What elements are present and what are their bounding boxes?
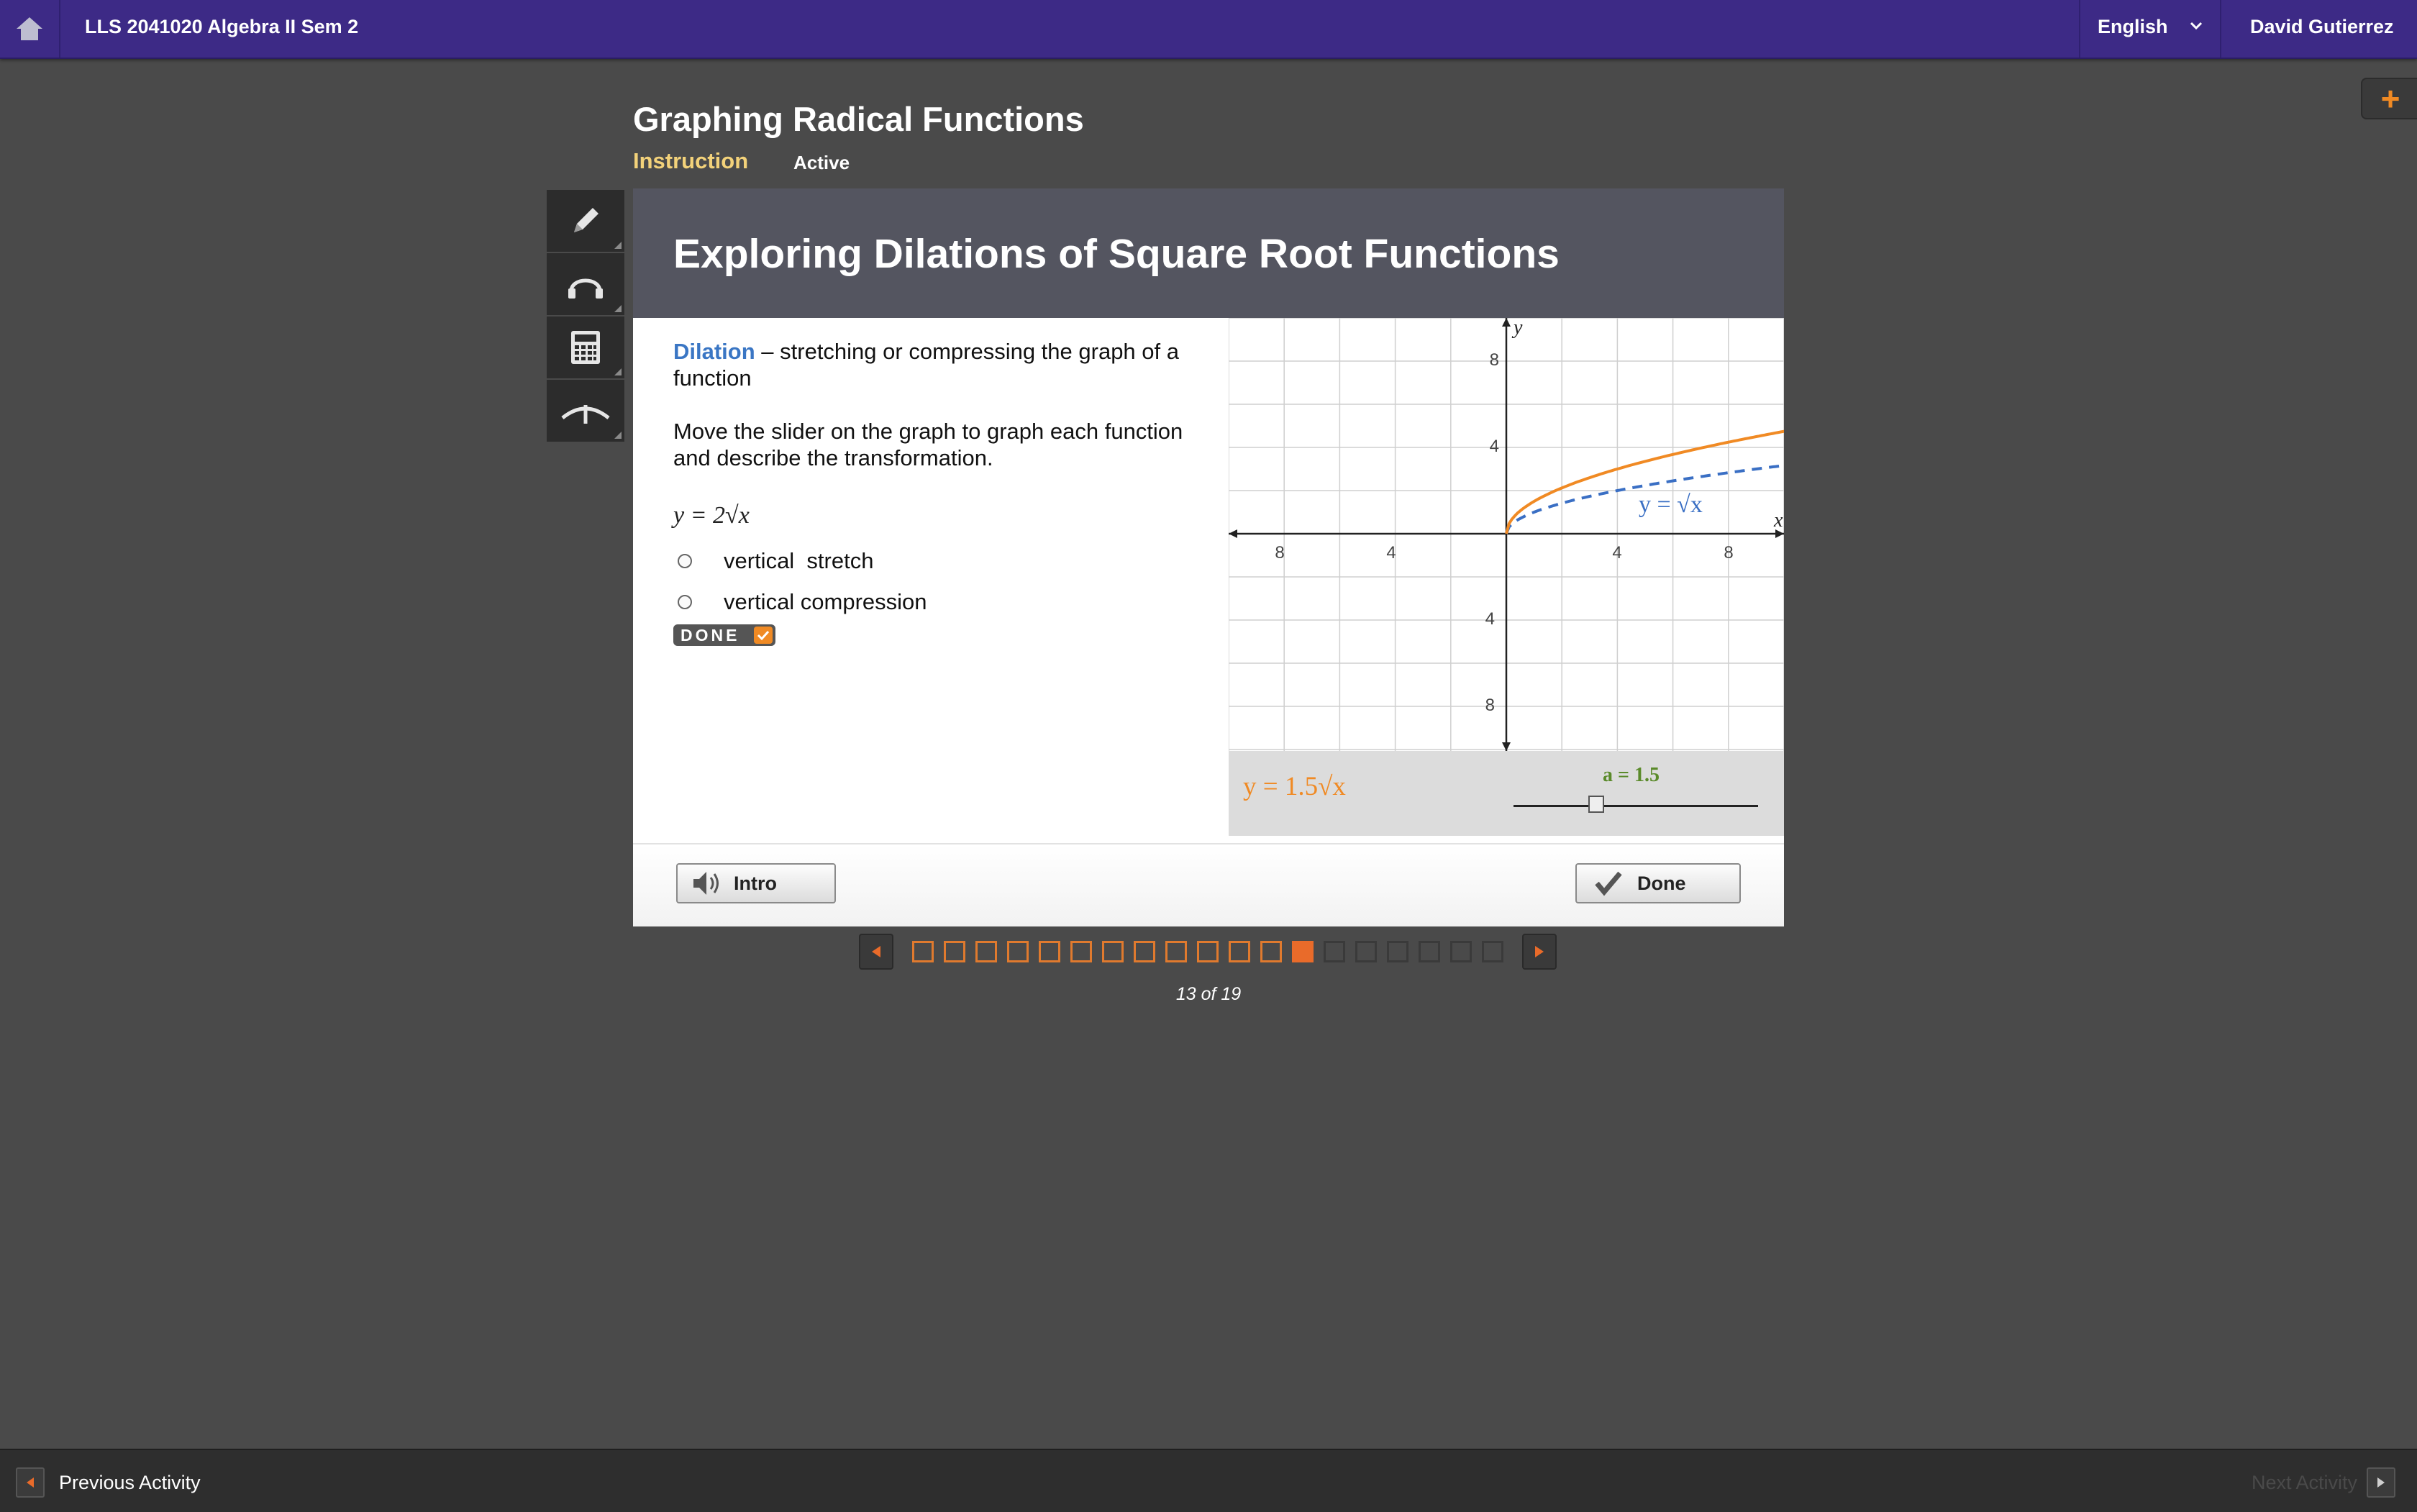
caret-left-icon [27, 1477, 34, 1488]
y-tick-label: 8 [1490, 350, 1499, 370]
previous-activity-button[interactable] [16, 1467, 45, 1498]
done-chip-label: DONE [681, 625, 740, 645]
pager-page-4[interactable] [1007, 941, 1029, 962]
page-count: 13 of 19 [1175, 984, 1242, 1004]
option-label: vertical compression [724, 589, 927, 614]
course-title: LLS 2041020 Algebra II Sem 2 [85, 16, 359, 37]
calculator-icon [571, 331, 600, 364]
slider-value-label: a = 1.5 [1603, 764, 1660, 786]
y-tick-label: 4 [1490, 437, 1499, 456]
dilated-function-curve [1505, 429, 1784, 534]
pager-page-1[interactable] [912, 941, 934, 962]
x-tick-label: 8 [1275, 543, 1284, 563]
graph-axes [1229, 318, 1784, 751]
calculator-tool-button[interactable] [547, 316, 624, 380]
pager-page-3[interactable] [975, 941, 997, 962]
checkmark-icon [1595, 871, 1622, 896]
content-panel: Exploring Dilations of Square Root Funct… [633, 188, 1784, 926]
done-button[interactable]: Done [1575, 863, 1741, 903]
pager-page-19[interactable] [1482, 941, 1503, 962]
user-name[interactable]: David Gutierrez [2250, 16, 2394, 38]
collapse-tool-button[interactable] [547, 380, 624, 443]
pager-page-6[interactable] [1070, 941, 1092, 962]
add-button[interactable]: + [2361, 78, 2417, 119]
intro-button[interactable]: Intro [676, 863, 836, 903]
done-label: Done [1637, 872, 1686, 894]
top-nav-bar: LLS 2041020 Algebra II Sem 2 English Dav… [0, 0, 2417, 59]
x-tick-label: 8 [1724, 543, 1733, 563]
option-label: vertical stretch [724, 548, 874, 573]
radio-button[interactable] [678, 595, 692, 609]
definition-term: Dilation [673, 339, 755, 364]
pager-page-12[interactable] [1260, 941, 1282, 962]
next-activity-label: Next Activity [2252, 1472, 2358, 1493]
home-icon [17, 17, 42, 40]
x-tick-label: 4 [1386, 543, 1396, 563]
definition: Dilation – stretching or compressing the… [673, 338, 1191, 391]
next-activity-button [2367, 1467, 2395, 1498]
pager-page-10[interactable] [1197, 941, 1219, 962]
pager-page-13[interactable] [1292, 941, 1314, 962]
language-selector[interactable]: English [2079, 0, 2221, 58]
pager-page-11[interactable] [1229, 941, 1250, 962]
lesson-type: Instruction [633, 148, 749, 173]
speaker-icon [693, 872, 719, 895]
slider-panel: y = 1.5√x a = 1.5 [1229, 751, 1784, 836]
caret-right-icon [2377, 1477, 2385, 1488]
panel-footer: Intro Done [633, 843, 1784, 926]
pager-page-18[interactable] [1450, 941, 1472, 962]
pager-page-14[interactable] [1324, 941, 1345, 962]
option-vertical-stretch[interactable]: vertical stretch [678, 548, 873, 574]
up-arrow-icon [561, 405, 610, 424]
x-tick-label: 4 [1612, 543, 1621, 563]
pager-page-9[interactable] [1165, 941, 1187, 962]
pager-page-16[interactable] [1387, 941, 1408, 962]
instructions: Move the slider on the graph to graph ea… [673, 419, 1183, 470]
pager-page-8[interactable] [1134, 941, 1155, 962]
lesson-title: Graphing Radical Functions [633, 100, 1084, 138]
intro-label: Intro [734, 872, 777, 894]
language-label: English [2098, 16, 2168, 37]
home-button[interactable] [0, 0, 60, 58]
tool-sidebar [547, 190, 624, 443]
bottom-nav-bar: Previous Activity Next Activity [0, 1449, 2417, 1512]
pencil-tool-button[interactable] [547, 190, 624, 253]
slider-handle[interactable] [1588, 796, 1604, 813]
y-tick-label: 8 [1485, 696, 1495, 715]
radio-button[interactable] [678, 554, 692, 568]
pager-page-15[interactable] [1355, 941, 1377, 962]
headphones-icon [568, 278, 603, 299]
pencil-icon [574, 208, 598, 232]
caret-right-icon [1535, 946, 1544, 957]
y-axis-label: y [1511, 318, 1523, 339]
pager-page-7[interactable] [1102, 941, 1124, 962]
check-icon [754, 627, 773, 644]
audio-tool-button[interactable] [547, 253, 624, 316]
pager-page-17[interactable] [1419, 941, 1440, 962]
pager-page-2[interactable] [944, 941, 965, 962]
pager-page-5[interactable] [1039, 941, 1060, 962]
lesson-text: Dilation – stretching or compressing the… [673, 338, 1191, 471]
pager-prev-button[interactable] [859, 934, 893, 970]
slider-track[interactable] [1514, 805, 1758, 807]
panel-header: Exploring Dilations of Square Root Funct… [633, 188, 1784, 318]
function-graph[interactable]: x y 8 4 4 8 8 4 4 8 y = √x [1229, 318, 1784, 751]
parent-curve-label: y = √x [1639, 491, 1703, 518]
previous-activity-label[interactable]: Previous Activity [59, 1472, 201, 1494]
question-equation: y = 2√x [673, 502, 750, 529]
done-chip-button[interactable]: DONE [673, 624, 775, 646]
y-tick-label: 4 [1485, 609, 1495, 629]
option-vertical-compression[interactable]: vertical compression [678, 589, 927, 615]
chevron-down-icon [2190, 22, 2203, 30]
x-axis-label: x [1773, 509, 1783, 532]
lesson-status: Active [793, 152, 850, 173]
current-equation: y = 1.5√x [1243, 772, 1346, 801]
caret-left-icon [872, 946, 880, 957]
pager-next-button[interactable] [1522, 934, 1557, 970]
panel-heading: Exploring Dilations of Square Root Funct… [673, 231, 1560, 277]
